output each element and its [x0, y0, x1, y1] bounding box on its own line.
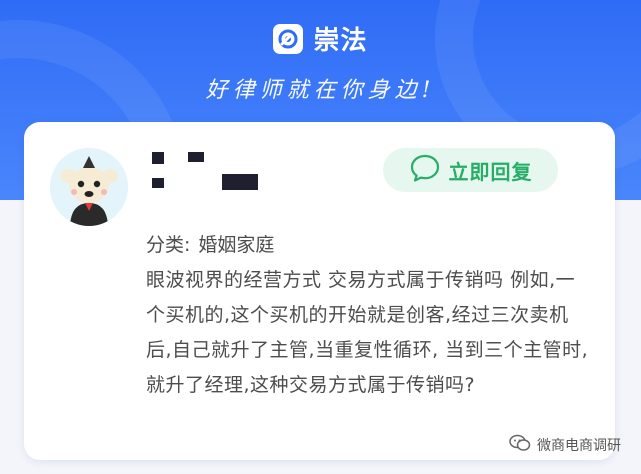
- watermark: 微商电商调研: [509, 434, 621, 456]
- brand-name: 崇法: [313, 26, 368, 56]
- category-row: 分类: 婚姻家庭: [146, 228, 591, 263]
- question-card: 立即回复 分类: 婚姻家庭 眼波视界的经营方式 交易方式属于传销吗 例如,一个买…: [24, 122, 615, 460]
- author-name-redacted: [152, 152, 292, 192]
- watermark-text: 微商电商调研: [537, 438, 621, 454]
- avatar: [50, 148, 128, 226]
- brand-row: 崇法: [0, 20, 641, 57]
- question-text: 眼波视界的经营方式 交易方式属于传销吗 例如,一个买机的,这个买机的开始就是创客…: [146, 269, 589, 396]
- reply-button-label: 立即回复: [448, 159, 533, 184]
- slogan: 好律师就在你身边!: [205, 78, 436, 103]
- chat-bubble-icon: [409, 152, 441, 188]
- category-value: 婚姻家庭: [198, 234, 275, 256]
- brand-logo-icon: [273, 23, 304, 54]
- wechat-icon: [509, 434, 531, 456]
- reply-button[interactable]: 立即回复: [383, 148, 558, 192]
- question-content: 分类: 婚姻家庭 眼波视界的经营方式 交易方式属于传销吗 例如,一个买机的,这个…: [146, 228, 591, 403]
- category-label: 分类:: [146, 234, 191, 256]
